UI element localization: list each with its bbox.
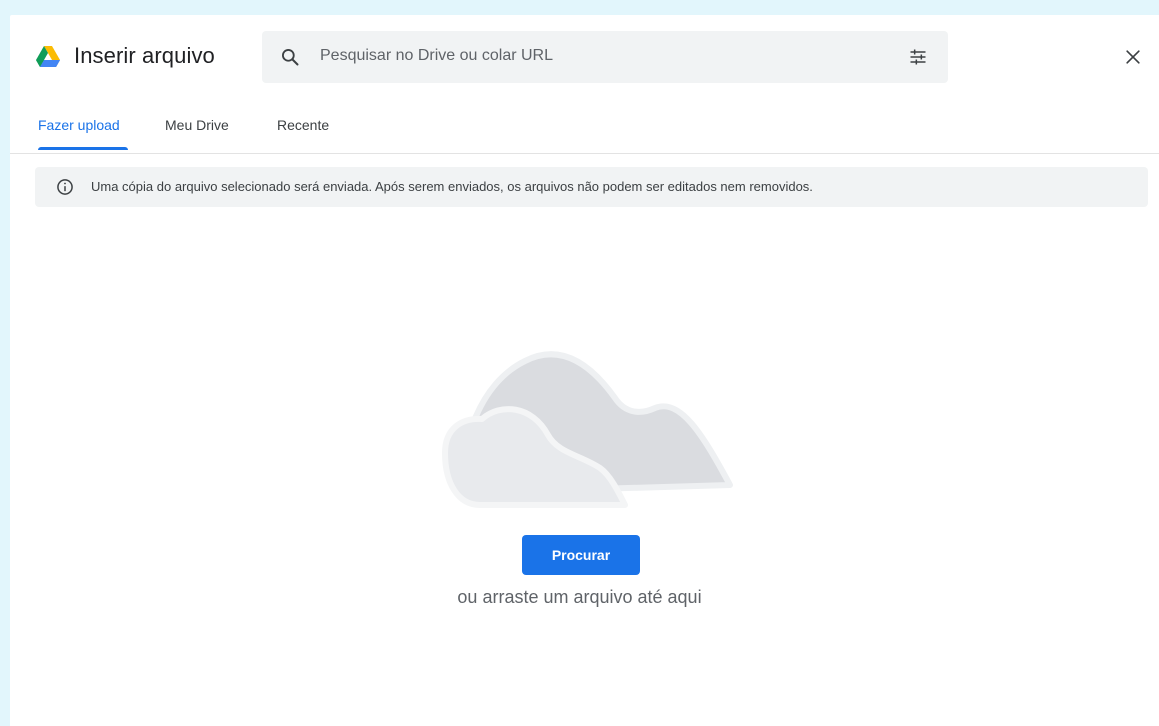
dialog-header: Inserir arquivo Pesquisar no Drive ou co… <box>10 15 1159 105</box>
info-banner-text: Uma cópia do arquivo selecionado será en… <box>91 179 813 194</box>
active-tab-indicator <box>38 147 128 150</box>
insert-file-dialog: Inserir arquivo Pesquisar no Drive ou co… <box>10 15 1159 726</box>
tab-recent[interactable]: Recente <box>277 117 329 133</box>
tabs-divider <box>10 153 1159 154</box>
google-drive-icon <box>36 46 60 67</box>
tune-icon[interactable] <box>908 47 928 67</box>
cloud-illustration <box>442 351 733 508</box>
dialog-title: Inserir arquivo <box>74 43 215 68</box>
tab-my-drive[interactable]: Meu Drive <box>165 117 229 133</box>
tab-bar: Fazer upload Meu Drive Recente <box>10 111 1159 155</box>
search-input[interactable]: Pesquisar no Drive ou colar URL <box>320 47 553 65</box>
info-icon <box>57 179 73 195</box>
browse-button[interactable]: Procurar <box>522 535 640 575</box>
info-banner: Uma cópia do arquivo selecionado será en… <box>35 167 1148 207</box>
search-icon[interactable] <box>280 47 300 67</box>
search-bar[interactable]: Pesquisar no Drive ou colar URL <box>262 31 948 83</box>
drag-drop-hint: ou arraste um arquivo até aqui <box>457 587 702 607</box>
tab-upload[interactable]: Fazer upload <box>38 117 120 133</box>
close-icon[interactable] <box>1123 47 1143 67</box>
